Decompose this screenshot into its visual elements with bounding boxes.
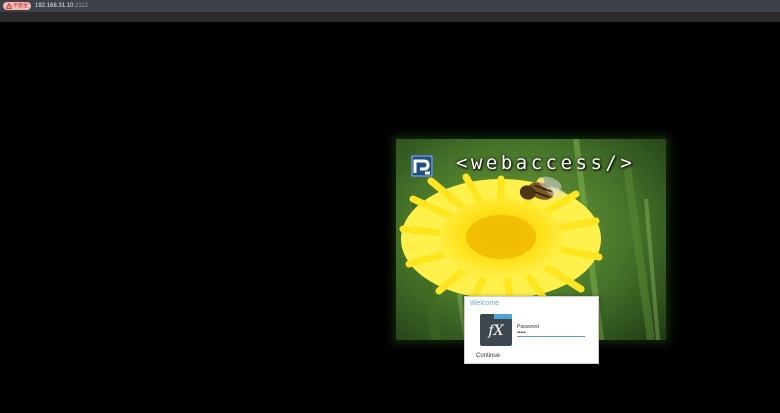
welcome-dialog: Welcome fX Password Continue [464,296,599,364]
app-icon-glyph: fX [488,323,504,339]
dialog-title: Welcome [470,300,500,307]
browser-toolbar-strip [0,12,780,22]
security-badge[interactable]: 不安全 [3,2,32,10]
continue-button[interactable]: Continue [476,353,500,359]
security-badge-label: 不安全 [13,3,29,9]
webaccess-logo-text: <webaccess/> [456,152,636,174]
url-port: :2112 [73,3,88,9]
browser-address-bar: 不安全 192.168.31.10:2112 [0,0,780,12]
url-field[interactable]: 192.168.31.10:2112 [35,3,88,9]
warning-triangle-icon [6,3,12,9]
app-icon-tab [494,314,512,319]
webaccess-logo-icon [411,155,433,177]
password-field[interactable] [517,330,585,337]
url-host: 192.168.31.10 [35,3,74,9]
fx-app-icon: fX [480,314,512,346]
